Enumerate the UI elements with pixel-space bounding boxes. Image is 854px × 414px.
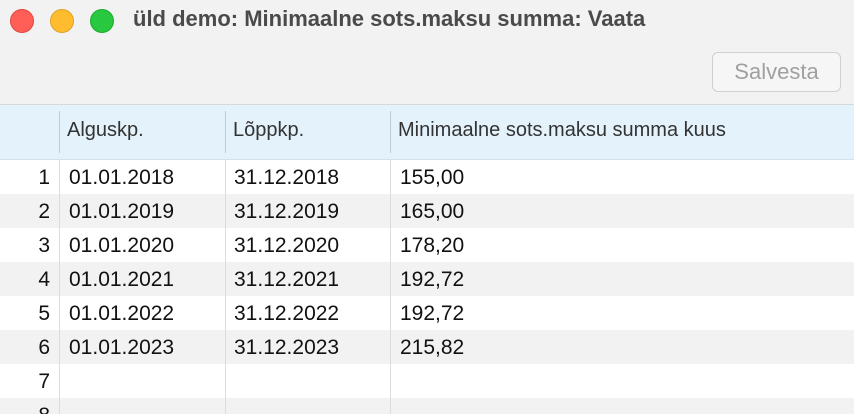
start-date-cell[interactable]: 01.01.2018 [69, 160, 174, 194]
end-date-cell[interactable]: 31.12.2022 [234, 296, 339, 330]
column-header-start-date[interactable]: Alguskp. [60, 105, 144, 159]
end-date-cell[interactable]: 31.12.2018 [234, 160, 339, 194]
amount-cell[interactable]: 215,82 [400, 330, 464, 364]
table-row[interactable]: 5 01.01.2022 31.12.2022 192,72 [0, 296, 854, 330]
table-row[interactable]: 4 01.01.2021 31.12.2021 192,72 [0, 262, 854, 296]
toolbar: Salvesta [0, 44, 854, 104]
table-row[interactable]: 6 01.01.2023 31.12.2023 215,82 [0, 330, 854, 364]
start-date-cell[interactable]: 01.01.2019 [69, 194, 174, 228]
amount-cell[interactable]: 192,72 [400, 296, 464, 330]
end-date-cell[interactable]: 31.12.2021 [234, 262, 339, 296]
row-number: 2 [38, 200, 50, 223]
column-header-amount[interactable]: Minimaalne sots.maksu summa kuus [391, 105, 726, 159]
app-window: üld demo: Minimaalne sots.maksu summa: V… [0, 0, 854, 414]
row-number: 6 [38, 336, 50, 359]
window-title: üld demo: Minimaalne sots.maksu summa: V… [133, 6, 646, 31]
minimize-window-button[interactable] [50, 9, 74, 33]
amount-cell[interactable]: 192,72 [400, 262, 464, 296]
start-date-cell[interactable]: 01.01.2020 [69, 228, 174, 262]
column-gridline [225, 159, 226, 414]
row-number: 7 [38, 370, 50, 393]
amount-cell[interactable]: 178,20 [400, 228, 464, 262]
table-row[interactable]: 2 01.01.2019 31.12.2019 165,00 [0, 194, 854, 228]
column-gridline [390, 159, 391, 414]
row-number: 3 [38, 234, 50, 257]
data-table: Alguskp. Lõppkp. Minimaalne sots.maksu s… [0, 105, 854, 414]
table-row[interactable]: 1 01.01.2018 31.12.2018 155,00 [0, 160, 854, 194]
end-date-cell[interactable]: 31.12.2019 [234, 194, 339, 228]
amount-cell[interactable]: 155,00 [400, 160, 464, 194]
end-date-cell[interactable]: 31.12.2020 [234, 228, 339, 262]
start-date-cell[interactable]: 01.01.2023 [69, 330, 174, 364]
title-bar: üld demo: Minimaalne sots.maksu summa: V… [0, 0, 854, 44]
start-date-cell[interactable]: 01.01.2022 [69, 296, 174, 330]
row-number: 8 [0, 398, 50, 414]
row-number: 1 [38, 166, 50, 189]
table-header-row: Alguskp. Lõppkp. Minimaalne sots.maksu s… [0, 105, 854, 160]
end-date-cell[interactable]: 31.12.2023 [234, 330, 339, 364]
table-row[interactable]: 7 [0, 364, 854, 398]
zoom-window-button[interactable] [90, 9, 114, 33]
start-date-cell[interactable]: 01.01.2021 [69, 262, 174, 296]
amount-cell[interactable]: 165,00 [400, 194, 464, 228]
row-number: 5 [38, 302, 50, 325]
column-gridline [59, 159, 60, 414]
close-window-button[interactable] [10, 9, 34, 33]
row-number: 4 [38, 268, 50, 291]
column-header-end-date[interactable]: Lõppkp. [226, 105, 304, 159]
save-button[interactable]: Salvesta [712, 52, 841, 92]
table-body: 1 01.01.2018 31.12.2018 155,00 2 01.01.2019 31… [0, 160, 854, 414]
table-row[interactable]: 8 [0, 398, 854, 414]
table-row[interactable]: 3 01.01.2020 31.12.2020 178,20 [0, 228, 854, 262]
